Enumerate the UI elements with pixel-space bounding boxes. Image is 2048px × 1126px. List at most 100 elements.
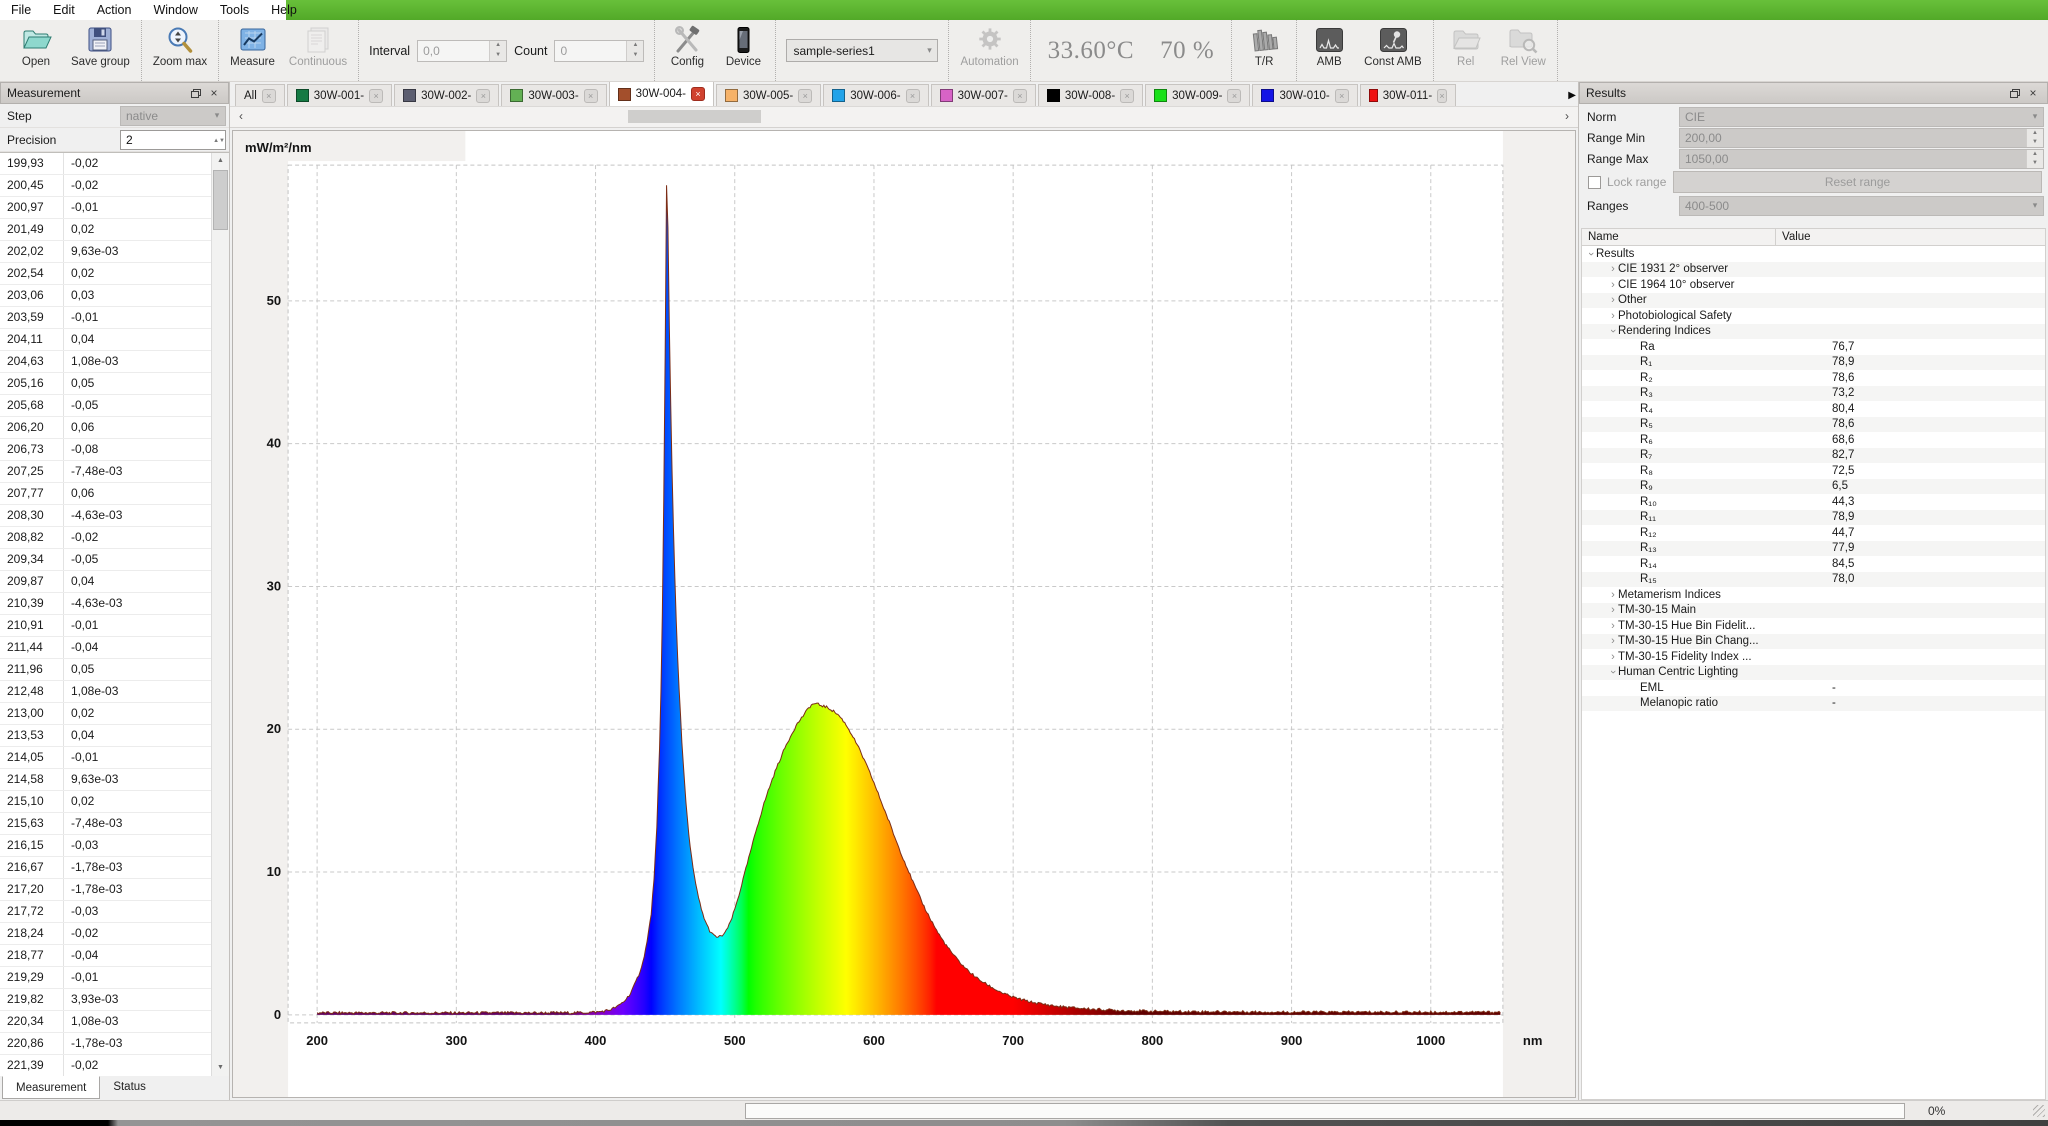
doc-tab-30w-006[interactable]: 30W-006-× bbox=[823, 84, 928, 106]
tree-row-r[interactable]: R₄80,4 bbox=[1582, 401, 2045, 417]
close-tab-icon[interactable]: × bbox=[476, 89, 490, 103]
chevron-collapsed-icon[interactable]: › bbox=[1608, 590, 1618, 600]
tree-row-r[interactable]: R₉6,5 bbox=[1582, 479, 2045, 495]
scrollbar-thumb[interactable] bbox=[628, 110, 761, 123]
chevron-collapsed-icon[interactable]: › bbox=[1608, 621, 1618, 631]
table-row[interactable]: 213,530,04 bbox=[0, 725, 212, 747]
table-row[interactable]: 215,63-7,48e-03 bbox=[0, 813, 212, 835]
table-row[interactable]: 215,100,02 bbox=[0, 791, 212, 813]
tree-row-cie-1931-2-observer[interactable]: ›CIE 1931 2° observer bbox=[1582, 262, 2045, 278]
tree-row-photobiological-safety[interactable]: ›Photobiological Safety bbox=[1582, 308, 2045, 324]
precision-stepper[interactable]: 2 ▲▼ bbox=[120, 130, 226, 150]
spectrum-plot[interactable]: 010203040502003004005006007008009001000m… bbox=[233, 131, 1575, 1097]
table-row[interactable]: 213,000,02 bbox=[0, 703, 212, 725]
bottom-tab-status[interactable]: Status bbox=[100, 1076, 159, 1097]
table-row[interactable]: 204,631,08e-03 bbox=[0, 351, 212, 373]
table-row[interactable]: 204,110,04 bbox=[0, 329, 212, 351]
table-row[interactable]: 201,490,02 bbox=[0, 219, 212, 241]
tree-row-human-centric-lighting[interactable]: ›Human Centric Lighting bbox=[1582, 665, 2045, 681]
tree-row-ra[interactable]: Ra76,7 bbox=[1582, 339, 2045, 355]
chart-horizontal-scrollbar[interactable]: ‹ › bbox=[230, 106, 1578, 128]
chevron-collapsed-icon[interactable]: › bbox=[1608, 295, 1618, 305]
close-tab-icon[interactable]: × bbox=[691, 87, 705, 101]
spinner-arrows-icon[interactable]: ▲▼ bbox=[213, 131, 225, 149]
table-row[interactable]: 218,24-0,02 bbox=[0, 923, 212, 945]
table-row[interactable]: 221,39-0,02 bbox=[0, 1055, 212, 1076]
table-row[interactable]: 212,481,08e-03 bbox=[0, 681, 212, 703]
toolbar-button-const-amb[interactable]: Const AMB bbox=[1357, 20, 1429, 81]
close-tab-icon[interactable]: × bbox=[584, 89, 598, 103]
close-tab-icon[interactable]: × bbox=[798, 89, 812, 103]
chevron-collapsed-icon[interactable]: › bbox=[1608, 652, 1618, 662]
scroll-up-icon[interactable]: ▲ bbox=[212, 153, 229, 169]
table-row[interactable]: 218,77-0,04 bbox=[0, 945, 212, 967]
doc-tab-30w-002[interactable]: 30W-002-× bbox=[394, 84, 499, 106]
scroll-right-icon[interactable]: › bbox=[1558, 108, 1576, 124]
tree-row-r[interactable]: R₃73,2 bbox=[1582, 386, 2045, 402]
tree-row-r[interactable]: R₁₃77,9 bbox=[1582, 541, 2045, 557]
tree-row-r[interactable]: R₁₄84,5 bbox=[1582, 556, 2045, 572]
tree-row-results[interactable]: ›Results bbox=[1582, 246, 2045, 262]
toolbar-button-device[interactable]: Device bbox=[715, 20, 771, 81]
tree-row-r[interactable]: R₁₅78,0 bbox=[1582, 572, 2045, 588]
tree-row-tm-30-15-hue-bin-fidelit[interactable]: ›TM-30-15 Hue Bin Fidelit... bbox=[1582, 618, 2045, 634]
close-tab-icon[interactable]: × bbox=[906, 89, 920, 103]
table-row[interactable]: 211,960,05 bbox=[0, 659, 212, 681]
tree-row-eml[interactable]: EML- bbox=[1582, 680, 2045, 696]
table-row[interactable]: 219,29-0,01 bbox=[0, 967, 212, 989]
toolbar-button-amb[interactable]: AMB bbox=[1301, 20, 1357, 81]
doc-tab-30w-003[interactable]: 30W-003-× bbox=[501, 84, 606, 106]
tree-row-r[interactable]: R₈72,5 bbox=[1582, 463, 2045, 479]
doc-tab-30w-011[interactable]: 30W-011-× bbox=[1360, 84, 1456, 106]
chevron-collapsed-icon[interactable]: › bbox=[1608, 636, 1618, 646]
table-row[interactable]: 217,72-0,03 bbox=[0, 901, 212, 923]
doc-tab-30w-004[interactable]: 30W-004-× bbox=[609, 82, 714, 106]
measurement-table-scrollbar[interactable]: ▲ ▼ bbox=[211, 153, 229, 1076]
table-row[interactable]: 209,870,04 bbox=[0, 571, 212, 593]
chevron-expanded-icon[interactable]: › bbox=[1608, 667, 1618, 677]
doc-tab-all[interactable]: All× bbox=[235, 84, 285, 106]
float-panel-icon[interactable] bbox=[188, 86, 204, 101]
table-row[interactable]: 216,15-0,03 bbox=[0, 835, 212, 857]
tree-row-tm-30-15-main[interactable]: ›TM-30-15 Main bbox=[1582, 603, 2045, 619]
tree-row-r[interactable]: R₆68,6 bbox=[1582, 432, 2045, 448]
tree-row-r[interactable]: R₁78,9 bbox=[1582, 355, 2045, 371]
doc-tab-30w-005[interactable]: 30W-005-× bbox=[716, 84, 821, 106]
table-row[interactable]: 210,39-4,63e-03 bbox=[0, 593, 212, 615]
tree-row-r[interactable]: R₅78,6 bbox=[1582, 417, 2045, 433]
doc-tab-30w-007[interactable]: 30W-007-× bbox=[931, 84, 1036, 106]
close-tab-icon[interactable]: × bbox=[1227, 89, 1241, 103]
chevron-collapsed-icon[interactable]: › bbox=[1608, 264, 1618, 274]
menu-item-help[interactable]: Help bbox=[260, 0, 308, 20]
float-panel-icon[interactable] bbox=[2007, 86, 2023, 101]
table-row[interactable]: 208,30-4,63e-03 bbox=[0, 505, 212, 527]
tree-row-tm-30-15-hue-bin-chang[interactable]: ›TM-30-15 Hue Bin Chang... bbox=[1582, 634, 2045, 650]
table-row[interactable]: 220,341,08e-03 bbox=[0, 1011, 212, 1033]
table-row[interactable]: 199,93-0,02 bbox=[0, 153, 212, 175]
toolbar-button-open[interactable]: Open bbox=[8, 20, 64, 81]
close-tab-icon[interactable]: × bbox=[1437, 89, 1447, 103]
table-row[interactable]: 211,44-0,04 bbox=[0, 637, 212, 659]
tree-row-metamerism-indices[interactable]: ›Metamerism Indices bbox=[1582, 587, 2045, 603]
resize-grip[interactable] bbox=[2033, 1105, 2045, 1117]
menu-item-window[interactable]: Window bbox=[142, 0, 208, 20]
name-column-header[interactable]: Name bbox=[1582, 229, 1776, 245]
close-tab-icon[interactable]: × bbox=[1335, 89, 1349, 103]
table-row[interactable]: 200,97-0,01 bbox=[0, 197, 212, 219]
doc-tab-30w-008[interactable]: 30W-008-× bbox=[1038, 84, 1143, 106]
table-row[interactable]: 205,68-0,05 bbox=[0, 395, 212, 417]
table-row[interactable]: 214,589,63e-03 bbox=[0, 769, 212, 791]
table-row[interactable]: 206,200,06 bbox=[0, 417, 212, 439]
close-tab-icon[interactable]: × bbox=[1120, 89, 1134, 103]
table-row[interactable]: 203,060,03 bbox=[0, 285, 212, 307]
table-row[interactable]: 214,05-0,01 bbox=[0, 747, 212, 769]
table-row[interactable]: 202,029,63e-03 bbox=[0, 241, 212, 263]
chevron-collapsed-icon[interactable]: › bbox=[1608, 280, 1618, 290]
menu-item-file[interactable]: File bbox=[0, 0, 42, 20]
table-row[interactable]: 217,20-1,78e-03 bbox=[0, 879, 212, 901]
scroll-left-icon[interactable]: ‹ bbox=[232, 108, 250, 124]
scrollbar-thumb[interactable] bbox=[213, 170, 228, 230]
table-row[interactable]: 207,770,06 bbox=[0, 483, 212, 505]
tree-row-r[interactable]: R₂78,6 bbox=[1582, 370, 2045, 386]
tree-row-melanopic-ratio[interactable]: Melanopic ratio- bbox=[1582, 696, 2045, 712]
